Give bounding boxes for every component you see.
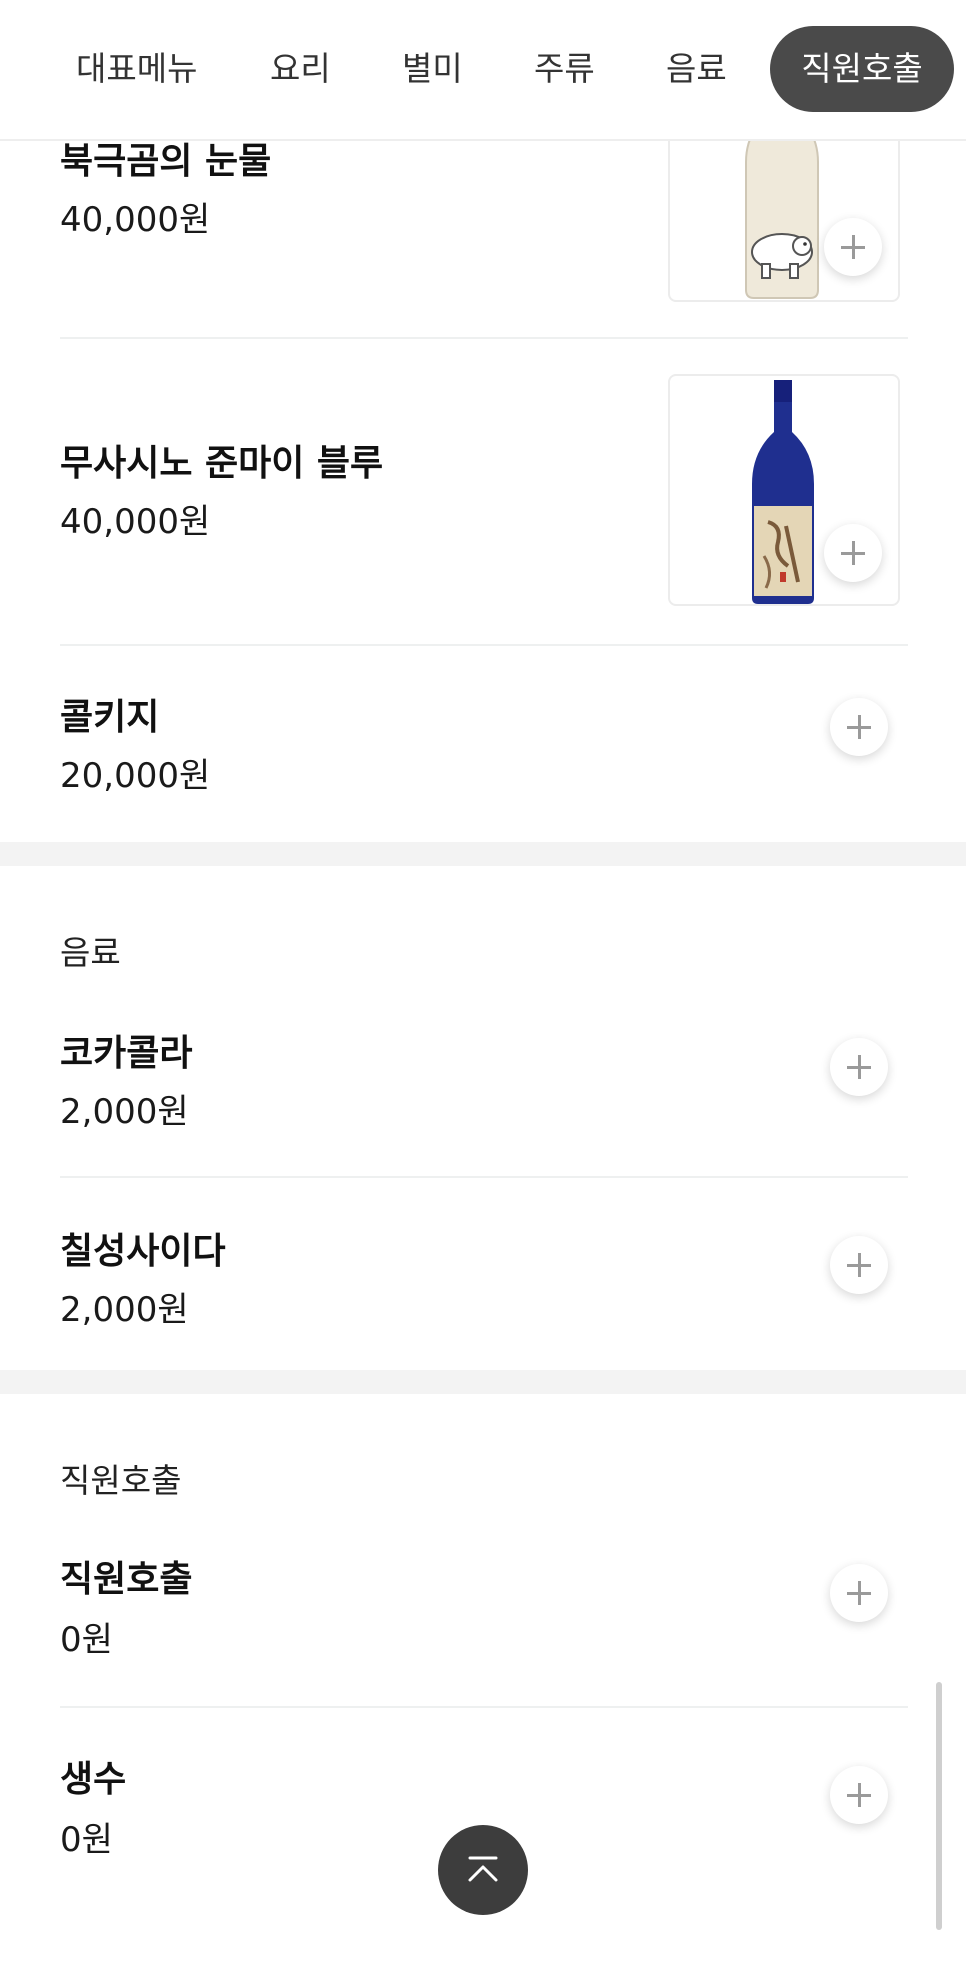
divider bbox=[60, 337, 908, 339]
item-name: 직원호출 bbox=[60, 1559, 193, 1600]
item-price: 40,000원 bbox=[60, 502, 211, 542]
add-button[interactable] bbox=[830, 698, 888, 756]
item-price: 40,000원 bbox=[60, 200, 211, 240]
item-price: 0원 bbox=[60, 1620, 113, 1660]
chevron-up-icon bbox=[468, 1856, 498, 1882]
item-price: 2,000원 bbox=[60, 1290, 189, 1330]
tab-dishes[interactable]: 요리 bbox=[270, 26, 331, 112]
menu-item-corkage[interactable]: 콜키지 20,000원 bbox=[0, 646, 966, 842]
item-name: 생수 bbox=[60, 1759, 127, 1800]
menu-item-chilsung-cider[interactable]: 칠성사이다 2,000원 bbox=[0, 1178, 966, 1370]
tab-liquor[interactable]: 주류 bbox=[534, 26, 595, 112]
section-separator bbox=[0, 1370, 966, 1394]
menu-item-musashino-junmai-blue[interactable]: 무사시노 준마이 블루 40,000원 bbox=[0, 340, 966, 645]
item-name: 무사시노 준마이 블루 bbox=[60, 443, 384, 484]
section-separator bbox=[0, 842, 966, 866]
menu-item-coca-cola[interactable]: 코카콜라 2,000원 bbox=[0, 996, 966, 1176]
category-bar: 대표메뉴 요리 별미 주류 음료 직원호출 bbox=[0, 0, 966, 141]
menu-item-staff-call[interactable]: 직원호출 0원 bbox=[0, 1530, 966, 1706]
section-title-staff-call: 직원호출 bbox=[60, 1461, 182, 1500]
menu-page: 대표메뉴 요리 별미 주류 음료 직원호출 북극곰의 눈물 40,000원 무사… bbox=[0, 0, 966, 1973]
add-button[interactable] bbox=[830, 1766, 888, 1824]
tab-drinks[interactable]: 음료 bbox=[666, 26, 727, 112]
add-button[interactable] bbox=[824, 524, 882, 582]
item-name: 코카콜라 bbox=[60, 1033, 193, 1074]
tab-specialties[interactable]: 별미 bbox=[402, 26, 463, 112]
item-name: 칠성사이다 bbox=[60, 1231, 226, 1272]
item-name: 콜키지 bbox=[60, 697, 160, 738]
tab-main-menu[interactable]: 대표메뉴 bbox=[76, 26, 197, 112]
add-button[interactable] bbox=[824, 218, 882, 276]
section-title-drinks: 음료 bbox=[60, 933, 121, 972]
item-price: 20,000원 bbox=[60, 756, 211, 796]
add-button[interactable] bbox=[830, 1236, 888, 1294]
add-button[interactable] bbox=[830, 1564, 888, 1622]
item-price: 2,000원 bbox=[60, 1092, 189, 1132]
tab-staff-call[interactable]: 직원호출 bbox=[770, 26, 954, 112]
add-button[interactable] bbox=[830, 1038, 888, 1096]
scroll-to-top-button[interactable] bbox=[438, 1825, 528, 1915]
item-price: 0원 bbox=[60, 1820, 113, 1860]
scrollbar[interactable] bbox=[936, 1682, 942, 1930]
